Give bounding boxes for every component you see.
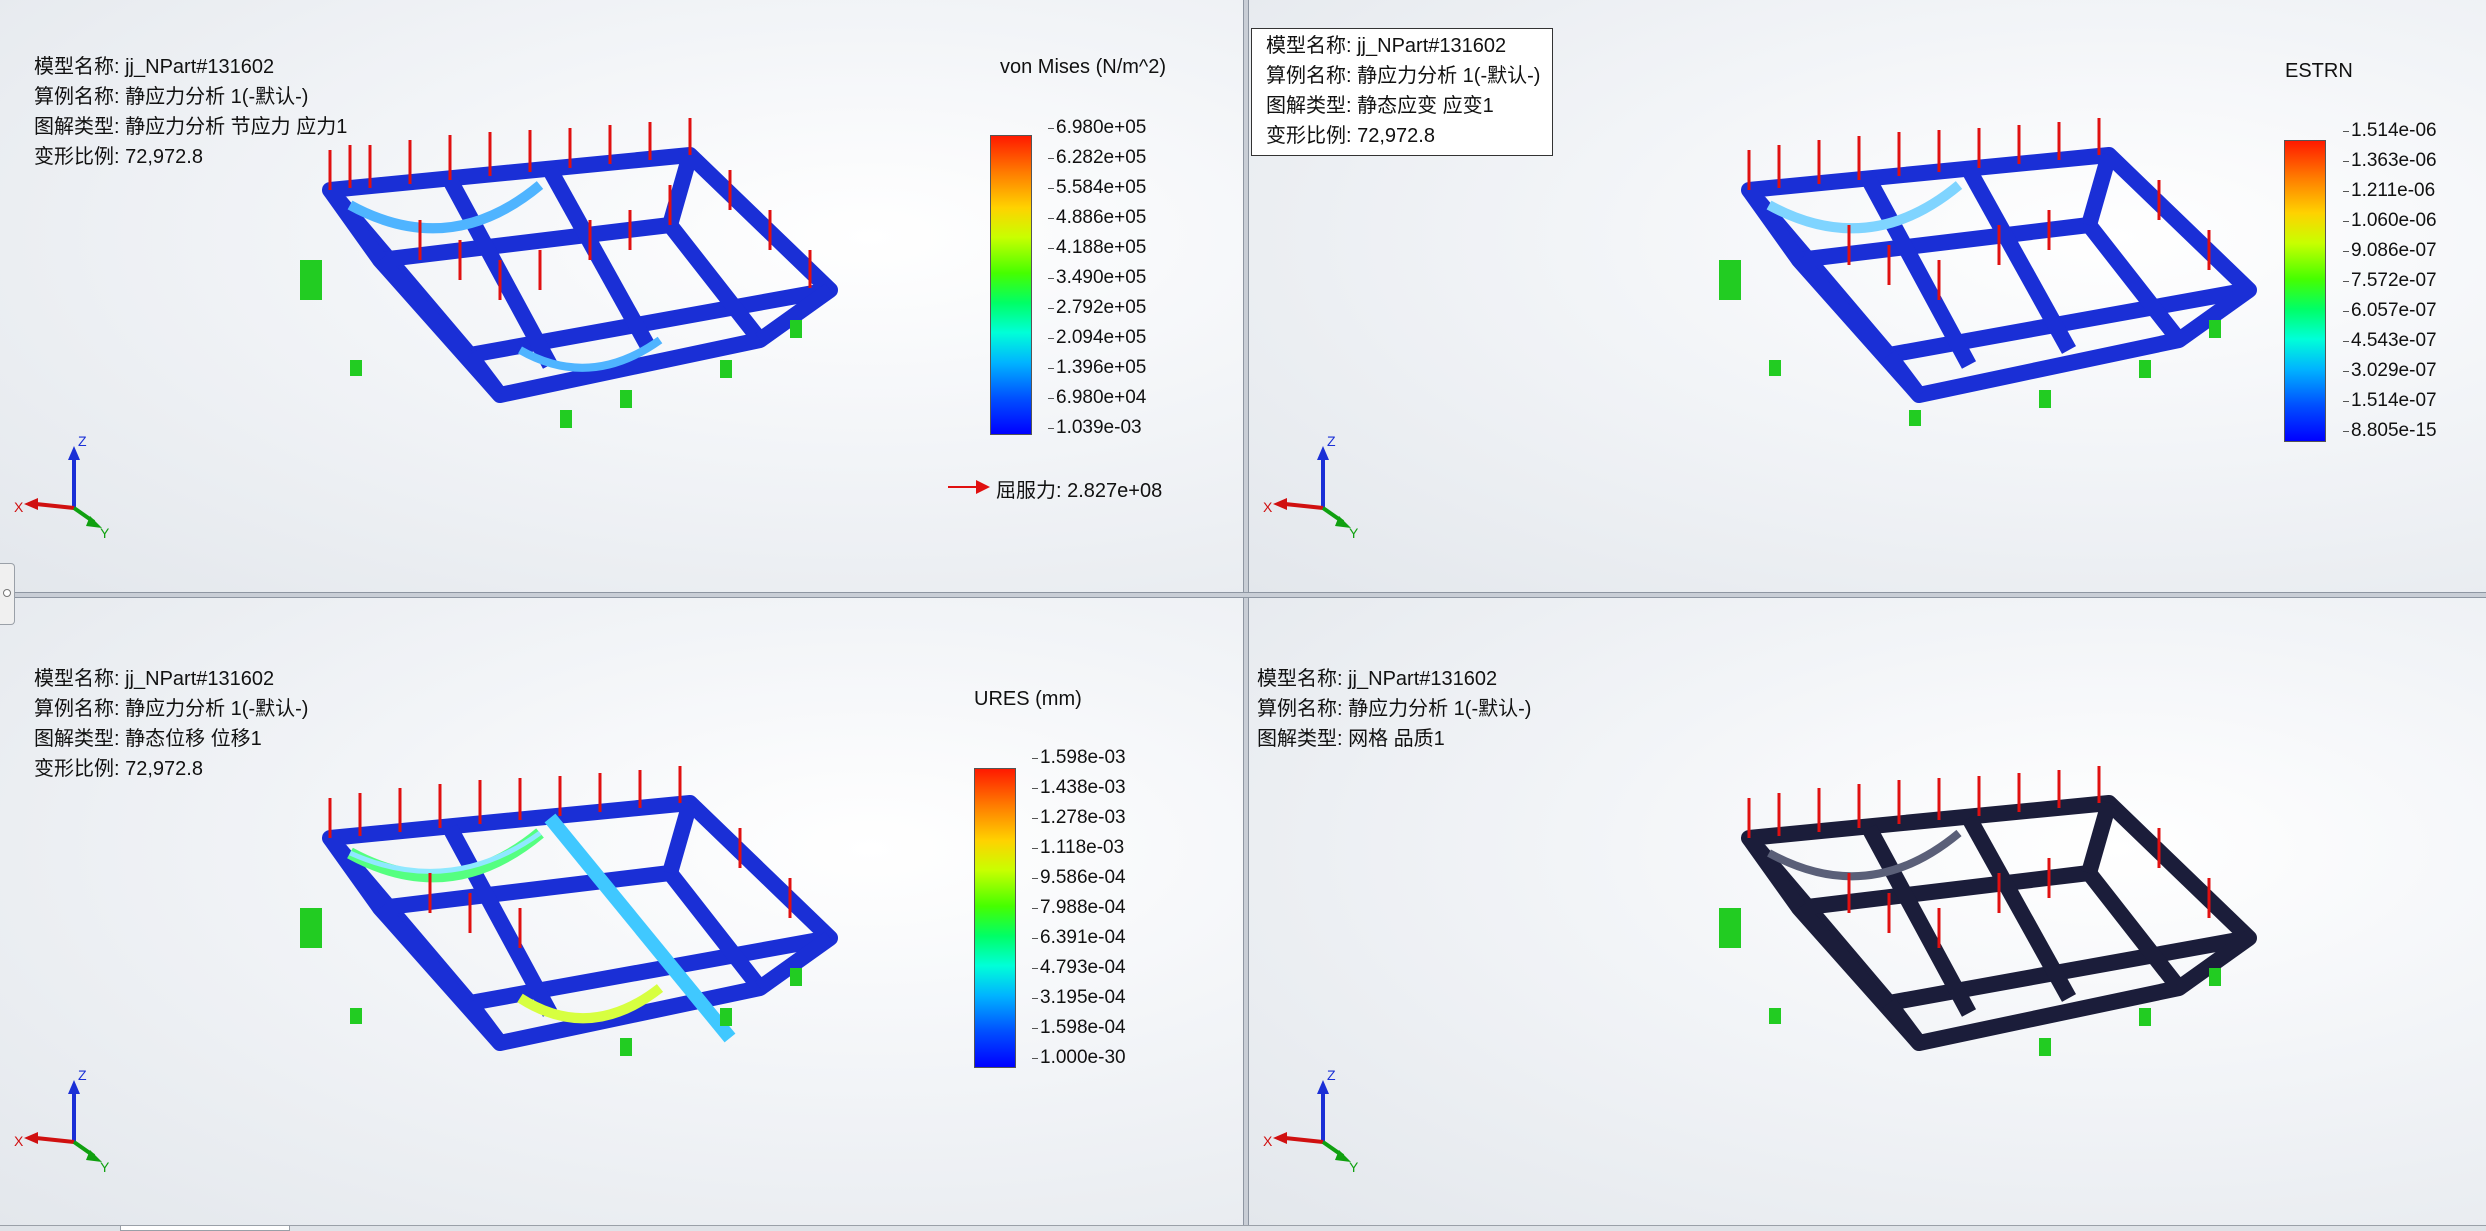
legend-tick: 3.490e+05 [1047,267,1147,288]
legend-tick: 1.514e-07 [2343,390,2437,411]
plot-info: 模型名称: jj_NPart#131602 算例名称: 静应力分析 1(-默认-… [1251,28,1554,156]
triad-y-label: Y [100,525,110,541]
legend-tick: 3.029e-07 [2343,360,2437,381]
legend-tick: 7.572e-07 [2343,270,2437,291]
legend-tick: 1.396e+05 [1047,357,1147,378]
axis-triad-icon: Z X Y [14,434,110,541]
triad-z-label: Z [1327,1068,1336,1083]
frame-model-mesh[interactable] [1709,758,2269,1098]
viewport-displacement[interactable]: 模型名称: jj_NPart#131602 算例名称: 静应力分析 1(-默认-… [0,598,1243,1225]
legend-title: von Mises (N/m^2) [1000,56,1167,78]
bottom-tab-strip [0,1225,2486,1231]
legend-tick: 1.211e-06 [2342,180,2436,201]
bottom-tab[interactable] [120,1225,290,1231]
viewport-stress[interactable]: 模型名称: jj_NPart#131602 算例名称: 静应力分析 1(-默认-… [0,0,1243,592]
legend-tick: 6.980e+05 [1047,117,1147,138]
model-name: 模型名称: jj_NPart#131602 [1266,35,1507,57]
viewport-splitter-vertical[interactable] [1243,0,1249,1231]
color-scale-bar [2284,140,2326,442]
plot-info: 模型名称: jj_NPart#131602 算例名称: 静应力分析 1(-默认-… [1257,664,1531,754]
axis-triad-icon: Z X Y [14,1068,110,1175]
legend-tick: 1.000e-30 [1032,1047,1126,1068]
study-name: 算例名称: 静应力分析 1(-默认-) [34,698,309,720]
legend-tick: 4.793e-04 [1032,957,1126,978]
plot-type: 图解类型: 网格 品质1 [1257,728,1445,750]
color-scale-bar [974,768,1016,1068]
legend-tick: 1.438e-03 [1032,777,1126,798]
yield-arrow-icon [948,480,990,494]
frame-model-displacement[interactable] [290,758,850,1098]
triad-x-label: X [14,1133,24,1149]
model-name: 模型名称: jj_NPart#131602 [1257,668,1498,690]
model-name: 模型名称: jj_NPart#131602 [34,668,275,690]
legend-tick: 4.543e-07 [2343,330,2437,351]
plot-type: 图解类型: 静态应变 应变1 [1266,95,1494,117]
study-name: 算例名称: 静应力分析 1(-默认-) [34,86,309,108]
legend-tick: 1.363e-06 [2343,150,2437,171]
legend-tick: 2.094e+05 [1047,327,1147,348]
triad-x-label: X [1263,1133,1273,1149]
legend-tick: 1.060e-06 [2343,210,2437,231]
legend-tick: 8.805e-15 [2343,420,2437,441]
legend-tick: 2.792e+05 [1047,297,1147,318]
legend-tick: 6.980e+04 [1047,387,1147,408]
legend-tick: 1.118e-03 [1031,837,1125,858]
legend-tick: 1.514e-06 [2343,120,2437,141]
legend-title: ESTRN [2285,60,2353,82]
plot-type: 图解类型: 静态位移 位移1 [34,728,262,750]
legend-tick: 1.598e-04 [1032,1017,1126,1038]
frame-model-stress[interactable] [290,110,850,450]
viewport-mesh-quality[interactable]: 模型名称: jj_NPart#131602 算例名称: 静应力分析 1(-默认-… [1249,598,2486,1225]
triad-y-label: Y [1349,525,1359,541]
triad-x-label: X [1263,499,1273,515]
study-name: 算例名称: 静应力分析 1(-默认-) [1257,698,1532,720]
legend-tick: 4.188e+05 [1047,237,1147,258]
triad-z-label: Z [1327,434,1336,449]
legend-tick: 3.195e-04 [1032,987,1126,1008]
triad-z-label: Z [78,434,87,449]
triad-y-label: Y [100,1159,110,1175]
viewport-splitter-horizontal[interactable] [0,592,2486,598]
plot-info: 模型名称: jj_NPart#131602 算例名称: 静应力分析 1(-默认-… [34,664,308,784]
legend-tick: 5.584e+05 [1047,177,1147,198]
legend-tick: 9.586e-04 [1032,867,1126,888]
axis-triad-icon: Z X Y [1263,1068,1359,1175]
frame-model-strain[interactable] [1709,110,2269,450]
panel-collapse-handle[interactable] [0,563,15,625]
legend-tick: 1.039e-03 [1048,417,1142,438]
legend-tick: 1.598e-03 [1032,747,1126,768]
study-name: 算例名称: 静应力分析 1(-默认-) [1266,65,1541,87]
color-scale-bar [990,135,1032,435]
viewport-strain[interactable]: 模型名称: jj_NPart#131602 算例名称: 静应力分析 1(-默认-… [1249,0,2486,592]
model-name: 模型名称: jj_NPart#131602 [34,56,275,78]
triad-x-label: X [14,499,24,515]
deformation-scale: 变形比例: 72,972.8 [1266,125,1435,147]
legend-tick: 6.057e-07 [2343,300,2437,321]
legend-tick: 9.086e-07 [2343,240,2437,261]
legend-tick: 4.886e+05 [1047,207,1147,228]
legend-tick: 7.988e-04 [1032,897,1126,918]
axis-triad-icon: Z X Y [1263,434,1359,541]
legend-tick: 6.282e+05 [1047,147,1147,168]
legend-tick: 1.278e-03 [1032,807,1126,828]
yield-strength-label: 屈服力: 2.827e+08 [996,480,1163,502]
legend-title: URES (mm) [974,688,1082,710]
triad-z-label: Z [78,1068,87,1083]
deformation-scale: 变形比例: 72,972.8 [34,758,203,780]
triad-y-label: Y [1349,1159,1359,1175]
legend-tick: 6.391e-04 [1032,927,1126,948]
